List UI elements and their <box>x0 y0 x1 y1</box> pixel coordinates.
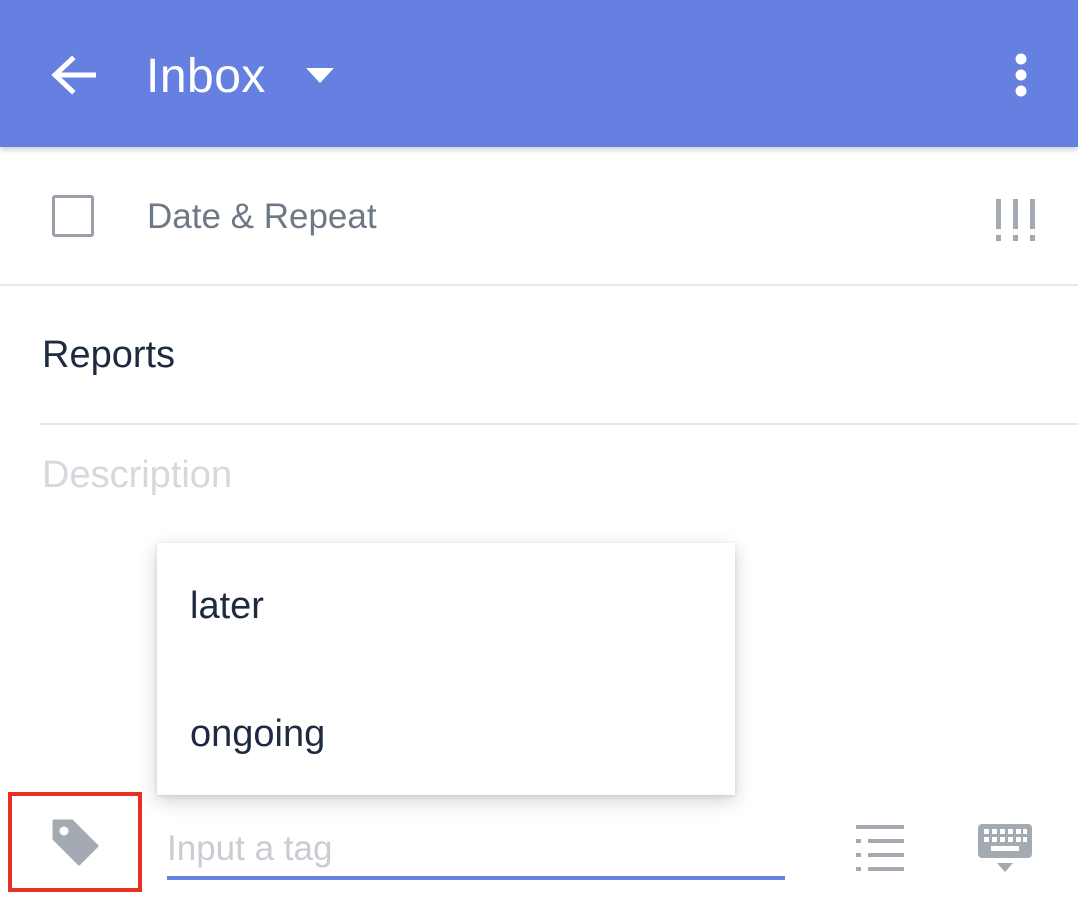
description-field[interactable]: Description <box>42 454 232 497</box>
arrow-left-icon <box>51 55 96 95</box>
priority-icon[interactable] <box>986 195 1046 245</box>
app-bar: Inbox <box>0 0 1078 147</box>
more-options-button[interactable] <box>996 44 1046 106</box>
tag-suggestion-ongoing[interactable]: ongoing <box>157 669 735 795</box>
tag-input[interactable] <box>167 822 785 880</box>
page-title: Inbox <box>146 49 266 103</box>
tag-suggestion-later[interactable]: later <box>157 543 735 669</box>
more-vertical-icon <box>1015 53 1027 97</box>
divider <box>40 423 1078 425</box>
tag-suggestion-label: later <box>190 585 264 627</box>
checklist-icon[interactable] <box>852 822 908 874</box>
task-title-field[interactable]: Reports <box>42 334 175 377</box>
task-complete-checkbox[interactable] <box>52 195 94 237</box>
tag-suggestion-popup: later ongoing <box>157 543 735 795</box>
project-selector[interactable]: Inbox <box>146 44 336 108</box>
caret-down-icon <box>305 66 336 86</box>
keyboard-hide-icon[interactable] <box>976 822 1034 874</box>
task-edit-screen: Inbox Date & Repeat Reports Description … <box>0 0 1078 900</box>
tag-button[interactable] <box>8 792 142 892</box>
back-button[interactable] <box>40 44 106 106</box>
date-repeat-button[interactable]: Date & Repeat <box>147 197 377 237</box>
tag-icon <box>52 819 99 866</box>
date-repeat-row: Date & Repeat <box>0 147 1078 286</box>
tag-suggestion-label: ongoing <box>190 713 326 755</box>
